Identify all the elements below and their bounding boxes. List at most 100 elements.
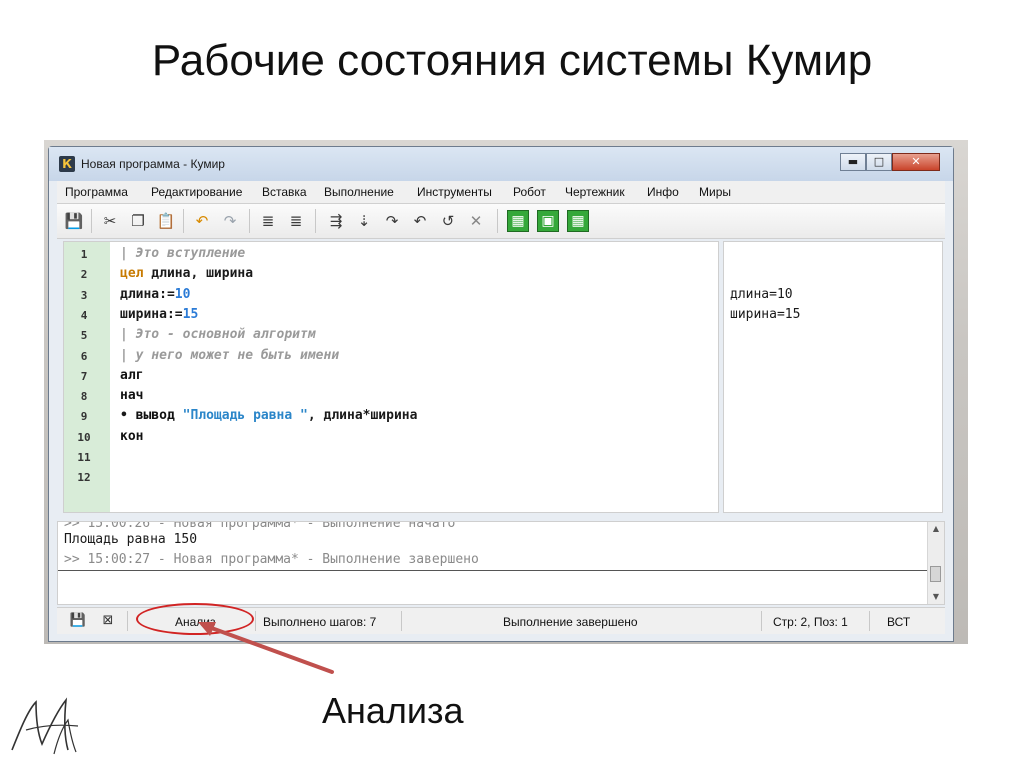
line-number: 7: [80, 369, 88, 383]
toolbar-separator: [315, 209, 316, 233]
redo-icon[interactable]: ↷: [219, 210, 241, 232]
status-state: Выполнение завершено: [503, 615, 638, 629]
close-button[interactable]: ✕: [892, 153, 940, 171]
paste-icon[interactable]: 📋: [155, 210, 177, 232]
menu-program[interactable]: Программа: [65, 185, 128, 199]
code-line[interactable]: алг: [120, 368, 143, 383]
code-token: 10: [174, 286, 191, 302]
step-over-icon[interactable]: ↶: [409, 210, 431, 232]
toolbar-separator: [249, 209, 250, 233]
variable-value-line: длина=10: [730, 286, 793, 302]
line-number: 8: [80, 390, 88, 404]
worlds-grid-icon[interactable]: ▦: [567, 210, 589, 232]
slide-caption: Анализа: [322, 690, 464, 731]
menu-robot[interactable]: Робот: [513, 185, 546, 199]
toolbar-separator: [91, 209, 92, 233]
code-token: | у него может не быть имени: [120, 347, 340, 363]
menu-bar: Программа Редактирование Вставка Выполне…: [57, 181, 945, 204]
code-token: нач: [120, 388, 144, 404]
callout-arrow: [198, 622, 334, 674]
cut-icon[interactable]: ✂: [99, 210, 121, 232]
title-bar[interactable]: К Новая программа - Кумир ▬ □ ✕: [49, 147, 953, 181]
menu-info[interactable]: Инфо: [647, 185, 679, 199]
console-output-line: Площадь равна 150: [64, 532, 198, 547]
menu-insert[interactable]: Вставка: [262, 185, 307, 199]
stop-icon[interactable]: ✕: [465, 210, 487, 232]
line-number: 2: [80, 268, 88, 282]
menu-drawer[interactable]: Чертежник: [565, 185, 625, 199]
code-token: вывод: [135, 408, 175, 424]
uncomment-lines-icon[interactable]: ≣: [285, 210, 307, 232]
code-line[interactable]: | у него может не быть имени: [120, 348, 339, 363]
code-token: цел: [120, 266, 144, 282]
code-line[interactable]: • вывод "Площадь равна ", длина*ширина: [120, 408, 417, 423]
code-line[interactable]: длина:=10: [120, 287, 190, 302]
line-number: 12: [77, 471, 91, 485]
console-finished-line: >> 15:00:27 - Новая программа* - Выполне…: [64, 552, 479, 567]
code-line[interactable]: | Это - основной алгоритм: [120, 327, 316, 342]
status-separator: [869, 611, 870, 631]
minimize-button[interactable]: ▬: [840, 153, 866, 171]
scroll-up-icon[interactable]: ▲: [928, 522, 944, 536]
line-number: 5: [80, 329, 88, 343]
window-title: Новая программа - Кумир: [81, 157, 225, 171]
code-token: длина, ширина: [143, 266, 254, 282]
variable-value-line: ширина=15: [730, 306, 801, 322]
save-status-icon[interactable]: 💾: [69, 612, 87, 630]
step-into-icon[interactable]: ↷: [381, 210, 403, 232]
code-line[interactable]: цел длина, ширина: [120, 266, 253, 281]
code-token: длина:=: [120, 286, 175, 302]
console-scrollbar[interactable]: ▲ ▼: [927, 522, 944, 604]
undo-icon[interactable]: ↶: [191, 210, 213, 232]
toolbar: 💾 ✂ ❐ 📋 ↶ ↷ ≣ ≣ ⇶ ⇣ ↷ ↶ ↺ ✕ ▦ ▣ ▦: [57, 204, 945, 239]
code-token: 15: [182, 306, 199, 322]
code-line[interactable]: ширина:=15: [120, 307, 198, 322]
scroll-thumb[interactable]: [930, 566, 941, 582]
slide-title: Рабочие состояния системы Кумир: [151, 36, 873, 85]
code-token: •: [120, 408, 136, 424]
line-number: 6: [80, 349, 88, 363]
line-number: 9: [80, 410, 88, 424]
code-line[interactable]: | Это вступление: [120, 246, 245, 261]
copy-icon[interactable]: ❐: [127, 210, 149, 232]
variables-margin: длина=10 ширина=15: [723, 241, 943, 513]
line-number: 10: [77, 430, 91, 444]
code-token: кон: [120, 428, 144, 444]
comment-lines-icon[interactable]: ≣: [257, 210, 279, 232]
status-separator: [127, 611, 128, 631]
code-token: алг: [120, 367, 144, 383]
output-console[interactable]: >> 15:00:26 - Новая программа* - Выполне…: [57, 521, 945, 605]
code-token: ширина:=: [120, 306, 183, 322]
code-token: | Это - основной алгоритм: [120, 327, 316, 343]
menu-edit[interactable]: Редактирование: [151, 185, 242, 199]
code-line[interactable]: кон: [120, 429, 143, 444]
code-editor[interactable]: 1 2 3 4 5 6 7 8 9 10 11 12 | Это вступление цел длин…: [63, 241, 719, 513]
run-icon[interactable]: ⇶: [325, 210, 347, 232]
scroll-down-icon[interactable]: ▼: [928, 590, 944, 604]
toolbar-separator: [497, 209, 498, 233]
status-insert-mode: ВСТ: [887, 615, 911, 629]
console-divider: [58, 570, 928, 571]
menu-worlds[interactable]: Миры: [699, 185, 731, 199]
code-line[interactable]: нач: [120, 388, 143, 403]
code-token: | Это вступление: [120, 246, 246, 261]
close-status-icon[interactable]: ⊠: [99, 612, 117, 630]
console-start-line: >> 15:00:26 - Новая программа* - Выполне…: [64, 521, 456, 531]
line-number: 1: [80, 248, 88, 261]
status-separator: [761, 611, 762, 631]
robot-grid-icon[interactable]: ▦: [507, 210, 529, 232]
code-token: "Площадь равна ": [182, 408, 308, 424]
menu-run[interactable]: Выполнение: [324, 185, 394, 199]
drawer-window-icon[interactable]: ▣: [537, 210, 559, 232]
save-icon[interactable]: 💾: [63, 210, 85, 232]
code-token: , длина*ширина: [307, 408, 418, 424]
menu-tools[interactable]: Инструменты: [417, 185, 492, 199]
status-cursor-position: Стр: 2, Поз: 1: [773, 615, 848, 629]
step-icon[interactable]: ⇣: [353, 210, 375, 232]
maximize-button[interactable]: □: [866, 153, 892, 171]
toolbar-separator: [183, 209, 184, 233]
author-monogram-logo: [11, 697, 79, 755]
line-number: 3: [80, 288, 88, 302]
step-out-icon[interactable]: ↺: [437, 210, 459, 232]
